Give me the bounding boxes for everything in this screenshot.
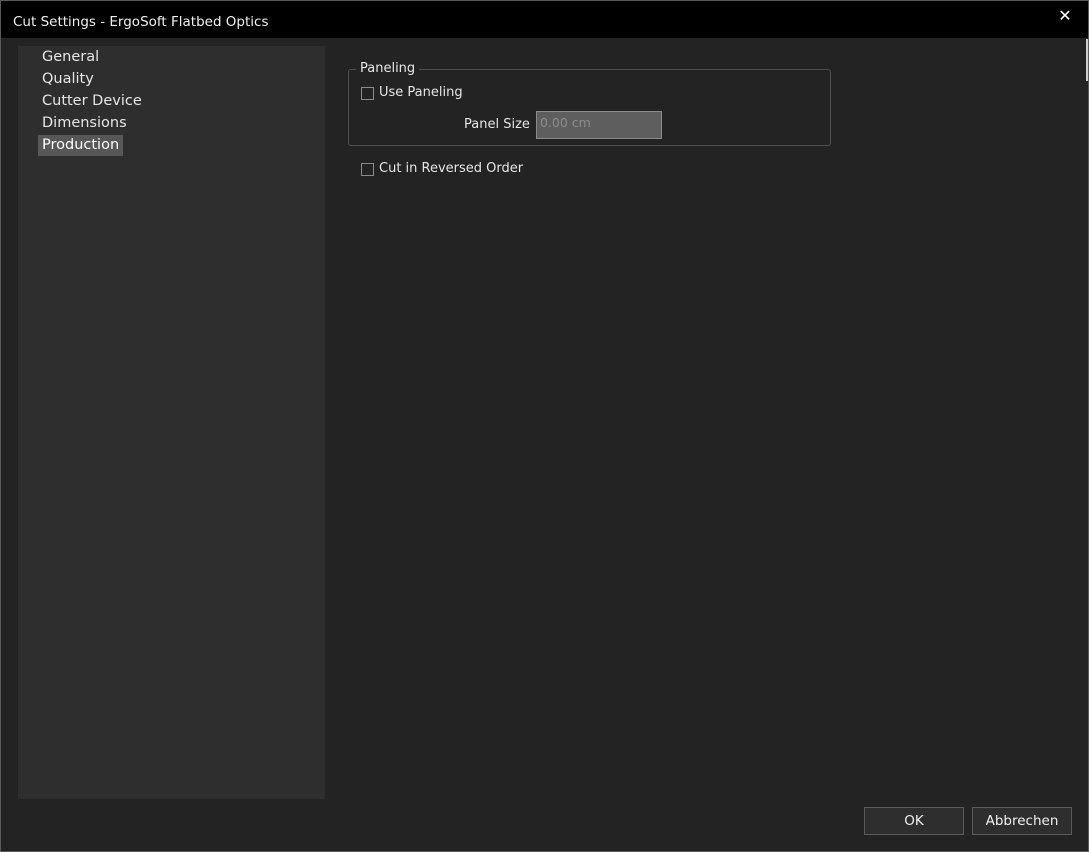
panel-size-input[interactable]: 0.00 cm (536, 111, 662, 139)
use-paneling-checkbox[interactable] (361, 87, 374, 100)
sidebar-item-production[interactable]: Production (38, 135, 124, 156)
cut-reversed-order-label[interactable]: Cut in Reversed Order (379, 161, 523, 177)
ok-button[interactable]: OK (864, 807, 964, 835)
scrollbar-edge (1086, 39, 1088, 81)
sidebar-item-dimensions[interactable]: Dimensions (38, 113, 131, 134)
cancel-button[interactable]: Abbrechen (972, 807, 1072, 835)
cut-settings-dialog: Cut Settings - ErgoSoft Flatbed Optics ✕… (0, 0, 1089, 852)
cut-reversed-order-checkbox[interactable] (361, 163, 374, 176)
paneling-group-title: Paneling (356, 61, 420, 77)
sidebar-item-cutter-device[interactable]: Cutter Device (38, 91, 146, 112)
close-icon[interactable]: ✕ (1050, 3, 1080, 29)
settings-category-list: General Quality Cutter Device Dimensions… (18, 46, 325, 799)
sidebar-item-quality[interactable]: Quality (38, 69, 98, 90)
title-bar: Cut Settings - ErgoSoft Flatbed Optics ✕ (1, 1, 1088, 38)
use-paneling-label[interactable]: Use Paneling (379, 85, 463, 101)
window-title: Cut Settings - ErgoSoft Flatbed Optics (13, 14, 269, 30)
panel-size-label: Panel Size (464, 117, 530, 132)
sidebar-item-general[interactable]: General (38, 47, 103, 68)
